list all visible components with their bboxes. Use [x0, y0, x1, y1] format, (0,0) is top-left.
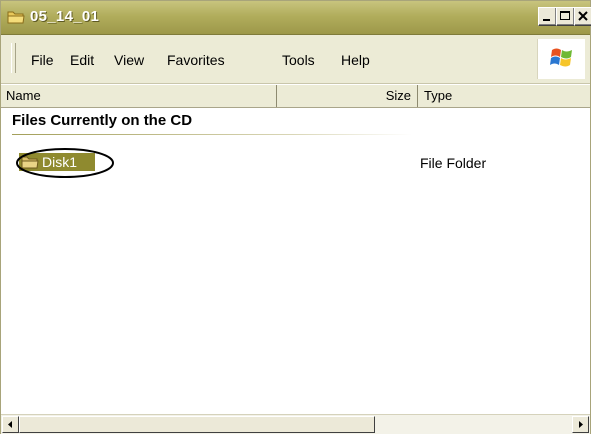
toolbar-grip[interactable] — [11, 43, 16, 73]
horizontal-scrollbar[interactable] — [1, 414, 590, 434]
menu-edit[interactable]: Edit — [70, 52, 94, 68]
scroll-right-button[interactable] — [572, 416, 589, 433]
annotation-ellipse — [16, 148, 114, 178]
menu-bar: File Edit View Favorites Tools Help — [1, 35, 590, 84]
menu-view[interactable]: View — [114, 52, 144, 68]
close-icon — [578, 11, 588, 21]
windows-flag-icon — [550, 48, 572, 67]
group-divider — [12, 134, 412, 135]
menu-file[interactable]: File — [31, 52, 54, 68]
group-heading: Files Currently on the CD — [12, 112, 193, 129]
list-item[interactable]: Disk1 File Folder — [15, 147, 591, 178]
scrollbar-thumb[interactable] — [19, 416, 375, 433]
maximize-button[interactable] — [556, 7, 575, 26]
minimize-button[interactable] — [538, 7, 557, 26]
folder-icon — [7, 10, 25, 24]
arrow-left-icon — [8, 421, 12, 428]
maximize-icon — [560, 11, 570, 20]
minimize-icon — [543, 19, 550, 21]
column-header: Name Size Type — [1, 85, 590, 108]
windows-logo-box — [537, 39, 585, 79]
scroll-left-button[interactable] — [2, 416, 19, 433]
column-size-header[interactable]: Size — [277, 85, 418, 107]
column-name-header[interactable]: Name — [1, 85, 277, 107]
title-bar[interactable]: 05_14_01 — [1, 1, 591, 35]
menu-favorites[interactable]: Favorites — [167, 52, 225, 68]
menu-help[interactable]: Help — [341, 52, 370, 68]
close-button[interactable] — [574, 7, 591, 26]
arrow-right-icon — [579, 421, 583, 428]
column-type-header[interactable]: Type — [418, 85, 590, 107]
window-title: 05_14_01 — [30, 8, 100, 25]
menu-tools[interactable]: Tools — [282, 52, 315, 68]
file-type: File Folder — [420, 155, 487, 171]
explorer-window: 05_14_01 File Edit View Favorites Tools … — [0, 0, 591, 434]
